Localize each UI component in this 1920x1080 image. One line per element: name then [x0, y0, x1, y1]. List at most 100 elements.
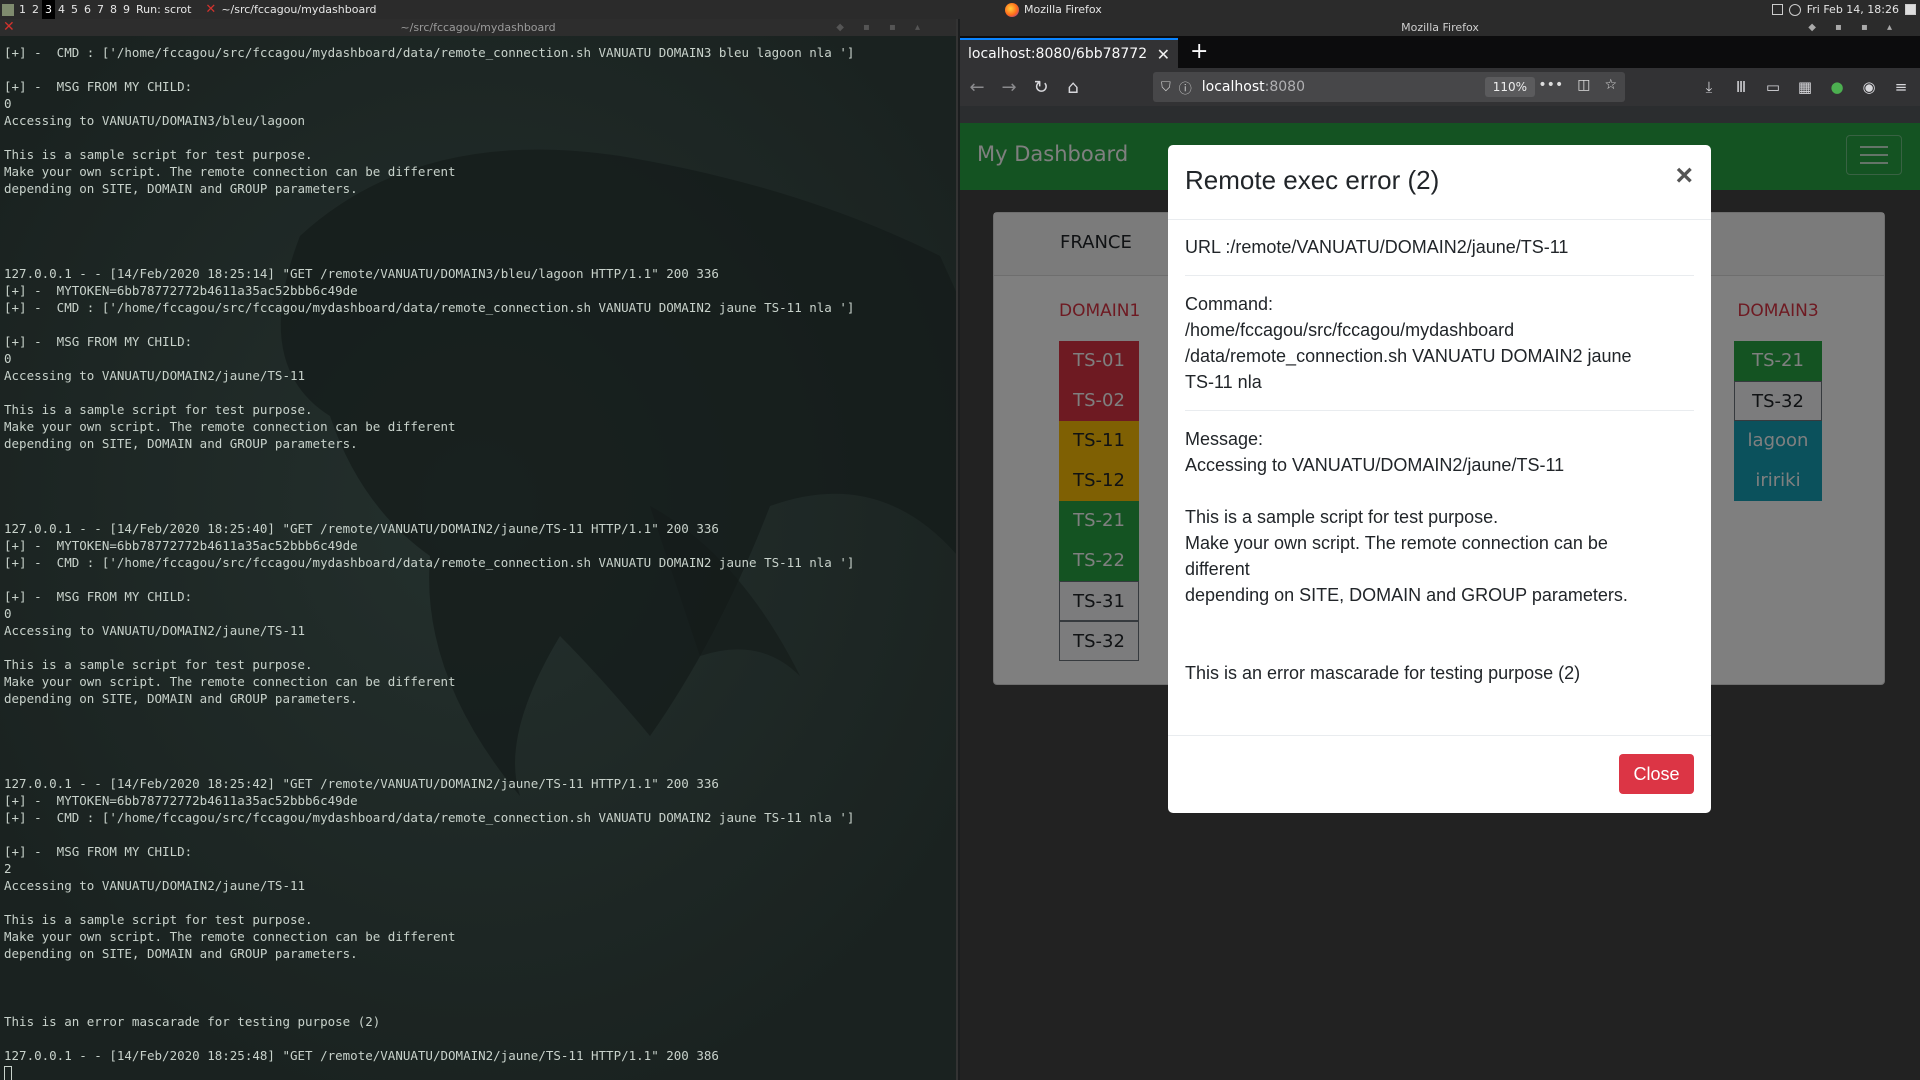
- page-content: My Dashboard FRANCE DOMAIN1 TS-01 TS-02 …: [960, 123, 1920, 1080]
- terminal-line: Accessing to VANUATU/DOMAIN2/jaune/TS-11: [4, 368, 306, 383]
- command-text: /home/fccagou/src/fccagou/mydashboard /d…: [1185, 320, 1632, 392]
- taskbar-firefox[interactable]: Mozilla Firefox: [1000, 0, 1107, 19]
- terminal-line: Make your own script. The remote connect…: [4, 164, 456, 179]
- terminal-line: 127.0.0.1 - - [14/Feb/2020 18:25:40] "GE…: [4, 521, 719, 536]
- terminal-line: depending on SITE, DOMAIN and GROUP para…: [4, 691, 358, 706]
- close-icon[interactable]: ×: [1675, 159, 1693, 193]
- firefox-app-icon: [1005, 2, 1019, 17]
- workspace-8[interactable]: 8: [107, 0, 120, 19]
- workspace-7[interactable]: 7: [94, 0, 107, 19]
- modal-url: URL :/remote/VANUATU/DOMAIN2/jaune/TS-11: [1185, 237, 1569, 257]
- command-label: Command:: [1185, 294, 1274, 314]
- terminal-line: [+] - MYTOKEN=6bb78772772b4611a35ac52bbb…: [4, 538, 358, 553]
- close-button[interactable]: Close: [1619, 754, 1694, 794]
- navigation-toolbar: ← → ↻ ⌂ ⛉ ⓘ localhost:8080 110% ••• ◫ ☆ …: [960, 68, 1920, 106]
- page-actions: ••• ◫ ☆: [1538, 77, 1617, 93]
- forward-icon[interactable]: →: [994, 72, 1024, 102]
- firefox-titlebar[interactable]: Mozilla Firefox ◆ ▪ ▪ ▴: [960, 19, 1920, 36]
- url-text[interactable]: localhost:8080: [1202, 79, 1305, 95]
- workspace-6[interactable]: 6: [81, 0, 94, 19]
- site-info-icon[interactable]: ⓘ: [1179, 78, 1192, 97]
- terminal-window[interactable]: ✕ ~/src/fccagou/mydashboard ◆ ▪ ▪ ▴ [+] …: [0, 19, 958, 1080]
- workspace-4[interactable]: 4: [55, 0, 68, 19]
- taskbar-firefox-label: Mozilla Firefox: [1024, 3, 1102, 16]
- terminal-line: [+] - MYTOKEN=6bb78772772b4611a35ac52bbb…: [4, 793, 358, 808]
- account-icon[interactable]: ◉: [1854, 72, 1884, 102]
- terminal-titlebar[interactable]: ✕ ~/src/fccagou/mydashboard ◆ ▪ ▪ ▴: [0, 19, 956, 36]
- shield-icon[interactable]: ⛉: [1161, 80, 1171, 95]
- close-tab-icon[interactable]: ✕: [1157, 45, 1170, 64]
- library-icon[interactable]: Ⅲ: [1726, 72, 1756, 102]
- terminal-line: [+] - CMD : ['/home/fccagou/src/fccagou/…: [4, 45, 855, 60]
- terminal-line: Make your own script. The remote connect…: [4, 419, 456, 434]
- extensions-grid-icon[interactable]: ▦: [1790, 72, 1820, 102]
- workspace-5[interactable]: 5: [68, 0, 81, 19]
- reload-icon[interactable]: ↻: [1026, 72, 1056, 102]
- terminal-line: [+] - MSG FROM MY CHILD:: [4, 79, 193, 94]
- terminal-line: 0: [4, 351, 12, 366]
- tab-strip: localhost:8080/6bb78772772b4611a35ac52bb…: [960, 36, 1920, 68]
- terminal-line: depending on SITE, DOMAIN and GROUP para…: [4, 181, 358, 196]
- extension-icon[interactable]: ●: [1822, 72, 1852, 102]
- terminal-prompt[interactable]: [4, 1064, 954, 1080]
- workspace-9[interactable]: 9: [120, 0, 133, 19]
- workspace-2[interactable]: 2: [29, 0, 42, 19]
- tray-app-icon[interactable]: [1905, 4, 1916, 15]
- workspace-1[interactable]: 1: [16, 0, 29, 19]
- terminal-line: [+] - MSG FROM MY CHILD:: [4, 844, 193, 859]
- window-controls-icon[interactable]: ◆ ▪ ▪ ▴: [1808, 19, 1900, 36]
- terminal-line: This is a sample script for test purpose…: [4, 147, 313, 162]
- layout-icon[interactable]: [2, 3, 14, 16]
- modal-footer: Close: [1168, 735, 1711, 813]
- terminal-line: [+] - MSG FROM MY CHILD:: [4, 334, 193, 349]
- pocket-icon[interactable]: ◫: [1577, 77, 1590, 93]
- sidebar-icon[interactable]: ▭: [1758, 72, 1788, 102]
- terminal-line: This is an error mascarade for testing p…: [4, 1014, 381, 1029]
- tab-dashboard[interactable]: localhost:8080/6bb78772772b4611a35ac52bb…: [960, 38, 1178, 68]
- firefox-window[interactable]: Mozilla Firefox ◆ ▪ ▪ ▴ localhost:8080/6…: [960, 19, 1920, 1080]
- modal-title: Remote exec error (2): [1185, 165, 1440, 195]
- error-modal: Remote exec error (2) × URL :/remote/VAN…: [1168, 145, 1711, 813]
- terminal-output: [+] - CMD : ['/home/fccagou/src/fccagou/…: [4, 44, 954, 1080]
- back-icon[interactable]: ←: [962, 72, 992, 102]
- cursor-icon: [4, 1066, 12, 1080]
- downloads-icon[interactable]: ⤓: [1694, 72, 1724, 102]
- page-actions-menu-icon[interactable]: •••: [1538, 77, 1563, 93]
- new-tab-icon[interactable]: +: [1190, 38, 1208, 68]
- zoom-indicator[interactable]: 110%: [1484, 77, 1535, 97]
- bookmark-star-icon[interactable]: ☆: [1604, 77, 1617, 93]
- url-bar[interactable]: ⛉ ⓘ localhost:8080 110% ••• ◫ ☆: [1153, 72, 1625, 102]
- divider: [1185, 275, 1694, 276]
- tray-icon[interactable]: [1771, 4, 1783, 15]
- terminal-line: [+] - MSG FROM MY CHILD:: [4, 589, 193, 604]
- terminal-line: 127.0.0.1 - - [14/Feb/2020 18:25:48] "GE…: [4, 1048, 719, 1063]
- message-label: Message:: [1185, 429, 1264, 449]
- clock[interactable]: Fri Feb 14, 18:26: [1807, 3, 1899, 16]
- taskbar-terminal[interactable]: ✕ ~/src/fccagou/mydashboard: [200, 0, 381, 19]
- terminal-line: 0: [4, 96, 12, 111]
- terminal-line: 2: [4, 861, 12, 876]
- home-icon[interactable]: ⌂: [1058, 72, 1088, 102]
- terminal-line: Accessing to VANUATU/DOMAIN3/bleu/lagoon: [4, 113, 306, 128]
- terminal-line: This is a sample script for test purpose…: [4, 912, 313, 927]
- terminal-line: Accessing to VANUATU/DOMAIN2/jaune/TS-11: [4, 878, 306, 893]
- modal-header: Remote exec error (2) ×: [1168, 145, 1711, 220]
- system-tray: Fri Feb 14, 18:26: [1771, 0, 1916, 19]
- terminal-line: [+] - MYTOKEN=6bb78772772b4611a35ac52bbb…: [4, 283, 358, 298]
- terminal-line: depending on SITE, DOMAIN and GROUP para…: [4, 946, 358, 961]
- terminal-line: 127.0.0.1 - - [14/Feb/2020 18:25:14] "GE…: [4, 266, 719, 281]
- workspace-3[interactable]: 3: [42, 0, 55, 19]
- window-controls-icon[interactable]: ◆ ▪ ▪ ▴: [836, 19, 928, 36]
- hamburger-menu-icon[interactable]: ≡: [1886, 72, 1916, 102]
